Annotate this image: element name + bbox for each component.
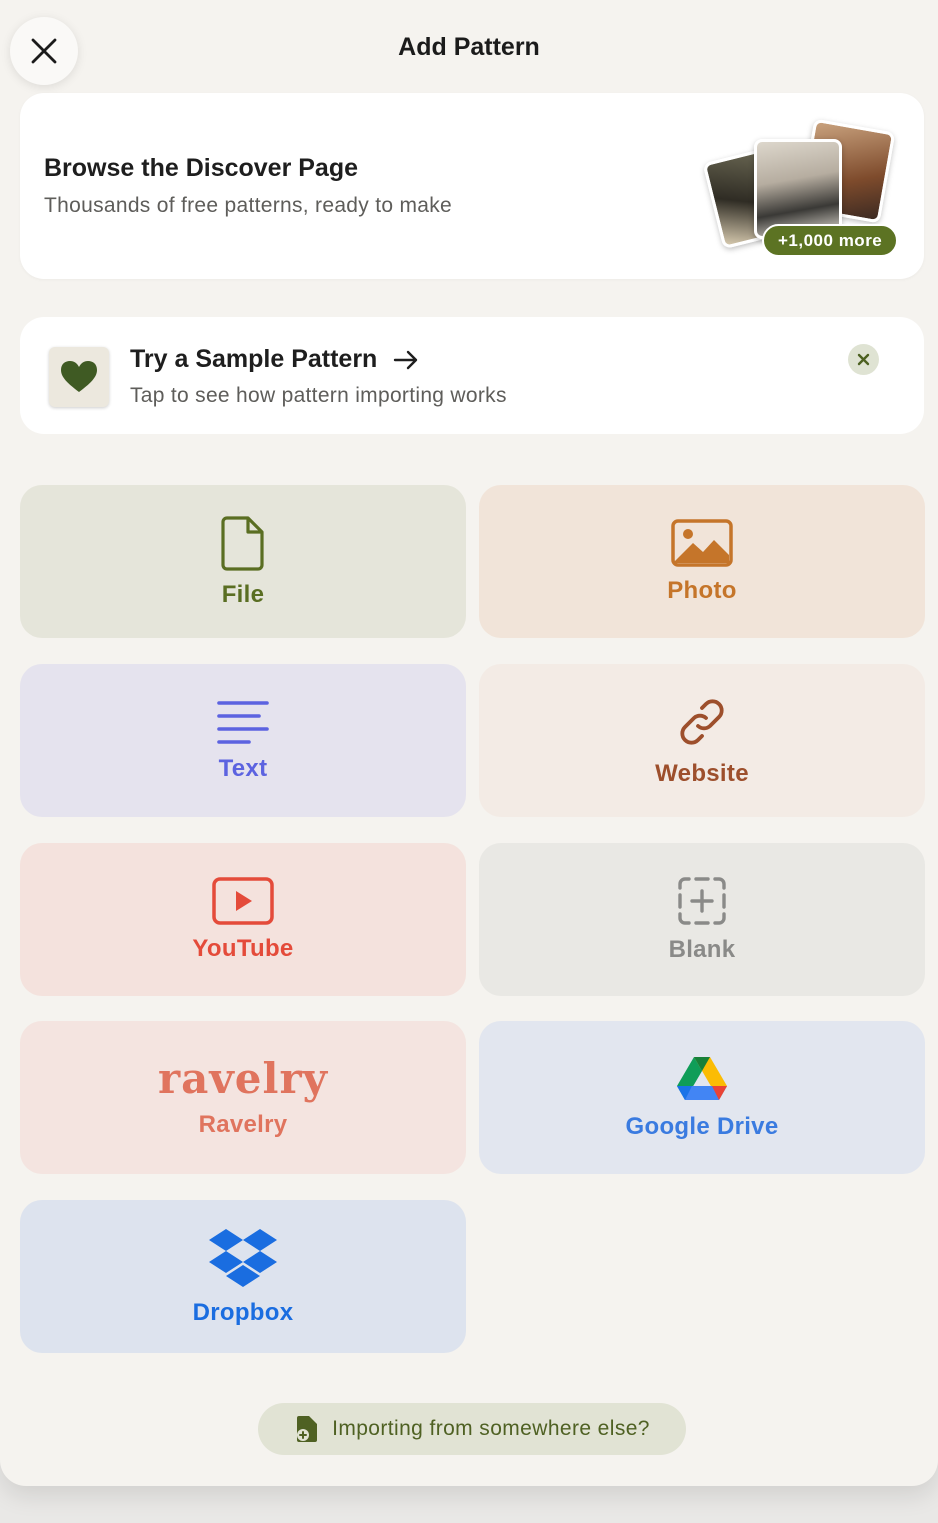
play-video-icon <box>212 876 274 925</box>
page-title: Add Pattern <box>398 33 540 61</box>
sample-pattern-subtitle: Tap to see how pattern importing works <box>130 384 507 407</box>
import-elsewhere-label: Importing from somewhere else? <box>332 1417 650 1440</box>
source-website-button[interactable]: Website <box>479 664 925 817</box>
discover-title: Browse the Discover Page <box>44 154 359 182</box>
ravelry-logo: ravelry <box>158 1053 328 1103</box>
source-file-button[interactable]: File <box>20 485 466 638</box>
source-text-label: Text <box>218 754 268 782</box>
sample-pattern-card[interactable]: Try a Sample Pattern Tap to see how patt… <box>20 317 924 434</box>
source-dropbox-label: Dropbox <box>192 1298 294 1326</box>
discover-card[interactable]: Browse the Discover Page Thousands of fr… <box>20 93 924 279</box>
source-google-drive-button[interactable]: Google Drive <box>479 1021 925 1174</box>
add-pattern-sheet: Add Pattern Browse the Discover Page Tho… <box>0 0 938 1486</box>
source-google-drive-label: Google Drive <box>625 1112 779 1140</box>
source-file-label: File <box>221 580 265 608</box>
google-drive-icon <box>677 1056 727 1100</box>
source-youtube-button[interactable]: YouTube <box>20 843 466 996</box>
discover-subtitle: Thousands of free patterns, ready to mak… <box>44 194 453 217</box>
heart-icon <box>61 361 97 392</box>
sample-pattern-thumbnail <box>49 347 109 407</box>
sample-pattern-title: Try a Sample Pattern <box>130 345 419 374</box>
source-website-label: Website <box>655 759 749 787</box>
dropbox-icon <box>209 1228 277 1287</box>
source-ravelry-label: Ravelry <box>198 1110 288 1138</box>
sample-pattern-title-text: Try a Sample Pattern <box>130 345 378 373</box>
source-photo-label: Photo <box>667 576 737 604</box>
more-patterns-badge: +1,000 more <box>762 224 899 257</box>
add-square-icon <box>678 876 726 925</box>
photo-icon <box>671 518 733 567</box>
dismiss-sample-button[interactable] <box>848 344 879 375</box>
source-blank-label: Blank <box>668 935 736 963</box>
source-dropbox-button[interactable]: Dropbox <box>20 1200 466 1353</box>
file-import-icon <box>297 1416 318 1442</box>
close-icon <box>857 353 870 366</box>
source-ravelry-button[interactable]: ravelry Ravelry <box>20 1021 466 1174</box>
source-text-button[interactable]: Text <box>20 664 466 817</box>
arrow-right-icon <box>394 350 418 369</box>
source-youtube-label: YouTube <box>192 934 294 962</box>
source-photo-button[interactable]: Photo <box>479 485 925 638</box>
text-lines-icon <box>217 700 269 744</box>
file-icon <box>221 515 264 571</box>
source-blank-button[interactable]: Blank <box>479 843 925 996</box>
import-elsewhere-button[interactable]: Importing from somewhere else? <box>258 1403 686 1455</box>
link-icon <box>680 698 724 745</box>
